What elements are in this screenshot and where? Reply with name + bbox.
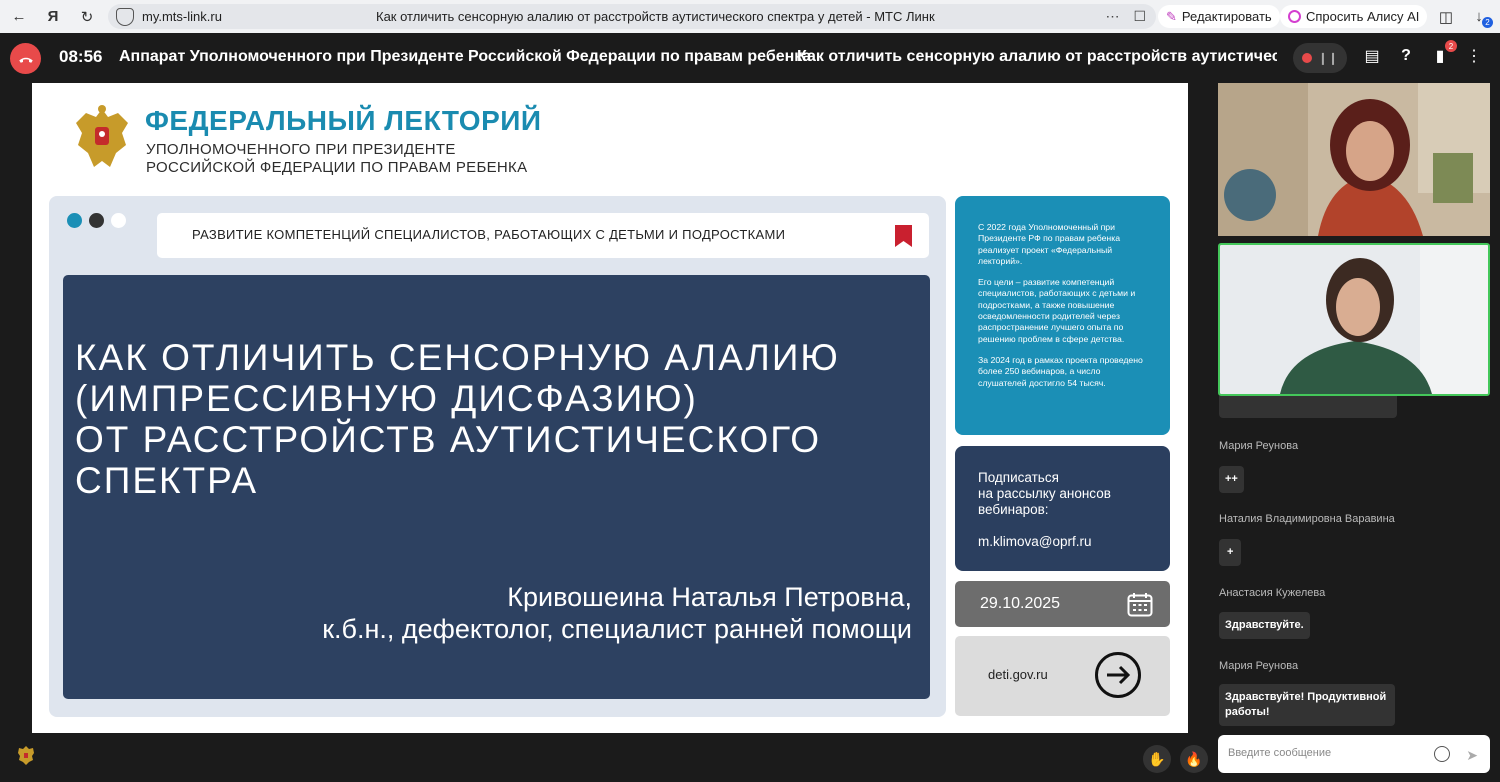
chat-bubble-4: Здравствуйте! Продуктивной работы! [1219, 684, 1395, 726]
chat-bubble-1: ++ [1219, 466, 1244, 493]
lectorium-subtitle: УПОЛНОМОЧЕННОГО ПРИ ПРЕЗИДЕНТЕ РОССИЙСКО… [146, 141, 527, 177]
lecture-date: 29.10.2025 [980, 595, 1061, 612]
lecture-title-line4: СПЕКТРА [75, 460, 259, 501]
lecture-title-line1: КАК ОТЛИЧИТЬ СЕНСОРНУЮ АЛАЛИЮ [75, 337, 840, 378]
meeting-timer: 08:56 [59, 47, 103, 66]
meeting-title: Как отличить сенсорную алалию от расстро… [797, 48, 1277, 65]
coat-of-arms-small-icon [18, 746, 34, 765]
coat-of-arms-icon [76, 105, 128, 167]
lectorium-subtitle-line1: УПОЛНОМОЧЕННОГО ПРИ ПРЕЗИДЕНТЕ [146, 141, 456, 158]
subscribe-line3: вебинаров: [978, 502, 1049, 517]
window-dots [67, 213, 126, 228]
edit-button[interactable]: ✎ Редактировать [1158, 5, 1280, 28]
url-text: my.mts-link.ru [142, 9, 222, 24]
end-call-button[interactable] [10, 43, 41, 74]
chat-bubble-3: Здравствуйте. [1219, 612, 1310, 639]
participant-video-1[interactable] [1218, 83, 1490, 236]
alice-label: Спросить Алису AI [1306, 9, 1420, 24]
hand-icon: ✋ [1148, 750, 1166, 767]
meeting-header: 08:56 Аппарат Уполномоченного при Презид… [0, 33, 1500, 81]
address-bar[interactable]: my.mts-link.ru Как отличить сенсорную ал… [108, 4, 1156, 29]
topic-text: РАЗВИТИЕ КОМПЕТЕНЦИЙ СПЕЦИАЛИСТОВ, РАБОТ… [192, 227, 786, 242]
arrow-right-icon [1095, 652, 1141, 698]
participant-2-image [1220, 245, 1488, 394]
back-arrow-icon[interactable]: ← [6, 4, 32, 30]
subscribe-line2: на рассылку анонсов [978, 486, 1111, 501]
fire-icon: 🔥 [1185, 750, 1203, 767]
chat-bubble-2: + [1219, 539, 1242, 566]
speaker-info: Кривошеина Наталья Петровна, к.б.н., деф… [322, 581, 912, 645]
info-paragraph-3: За 2024 год в рамках проекта проведено б… [978, 354, 1143, 388]
bookmark-outline-icon[interactable]: ☐ [1133, 8, 1146, 25]
emoji-icon[interactable] [1434, 746, 1450, 762]
tab-title: Как отличить сенсорную алалию от расстро… [376, 9, 935, 24]
subscribe-line1: Подписаться [978, 470, 1059, 485]
topic-bar: РАЗВИТИЕ КОМПЕТЕНЦИЙ СПЕЦИАЛИСТОВ, РАБОТ… [157, 213, 929, 258]
subscribe-card: Подписаться на рассылку анонсов вебинаро… [955, 446, 1170, 571]
chat-input[interactable]: Введите сообщение ➤ [1218, 735, 1490, 773]
website-link: deti.gov.ru [988, 667, 1048, 682]
project-info-card: С 2022 года Уполномоченный при Президент… [955, 196, 1170, 435]
waveform-icon: ❙❙ [1317, 51, 1339, 65]
downloads-badge: 2 [1482, 17, 1493, 28]
chat-icon[interactable]: ▤ [1362, 46, 1382, 66]
help-icon[interactable]: ? [1396, 46, 1416, 66]
chat-input-placeholder: Введите сообщение [1228, 747, 1332, 759]
lectorium-title: ФЕДЕРАЛЬНЫЙ ЛЕКТОРИЙ [145, 105, 542, 136]
bookmark-icon [895, 225, 912, 247]
reactions-button[interactable]: 🔥 [1180, 745, 1208, 773]
lecture-title: КАК ОТЛИЧИТЬ СЕНСОРНУЮ АЛАЛИЮ (ИМПРЕССИВ… [75, 337, 840, 501]
lectorium-subtitle-line2: РОССИЙСКОЙ ФЕДЕРАЦИИ ПО ПРАВАМ РЕБЕНКА [146, 159, 528, 176]
yandex-logo-icon[interactable]: Я [40, 4, 66, 30]
more-dots-icon[interactable]: ⋯ [1105, 8, 1119, 25]
speaker-name: Кривошеина Наталья Петровна, [507, 582, 912, 612]
notifications-badge: 2 [1445, 40, 1457, 52]
lecture-title-line2: (ИМПРЕССИВНУЮ ДИСФАЗИЮ) [75, 378, 698, 419]
presentation-slide: ФЕДЕРАЛЬНЫЙ ЛЕКТОРИЙ УПОЛНОМОЧЕННОГО ПРИ… [32, 83, 1188, 733]
info-paragraph-1: С 2022 года Уполномоченный при Президент… [978, 222, 1121, 266]
more-vertical-icon[interactable]: ⋮ [1464, 46, 1484, 66]
dot-blue-icon [67, 213, 82, 228]
info-paragraph-2: Его цели – развитие компетенций специали… [978, 277, 1136, 344]
meeting-organizer: Аппарат Уполномоченного при Президенте Р… [119, 48, 812, 65]
pencil-icon: ✎ [1166, 8, 1177, 24]
participant-1-image [1218, 83, 1490, 236]
recording-indicator[interactable]: ❙❙ [1293, 43, 1347, 73]
send-icon[interactable]: ➤ [1466, 747, 1478, 764]
dot-dark-icon [89, 213, 104, 228]
reload-icon[interactable]: ↻ [74, 4, 100, 30]
record-dot-icon [1301, 53, 1312, 63]
speaker-role: к.б.н., дефектолог, специалист ранней по… [322, 614, 912, 644]
chat-message-partial [1219, 396, 1397, 418]
dot-white-icon [111, 213, 126, 228]
slide-main-panel: РАЗВИТИЕ КОМПЕТЕНЦИЙ СПЕЦИАЛИСТОВ, РАБОТ… [49, 196, 946, 717]
chat-author-4: Мария Реунова [1219, 660, 1299, 672]
extensions-icon[interactable]: ◫ [1433, 4, 1459, 30]
alice-button[interactable]: Спросить Алису AI [1280, 5, 1428, 28]
shield-icon [116, 7, 134, 26]
chat-author-1: Мария Реунова [1219, 440, 1299, 452]
chat-author-2: Наталия Владимировна Варавина [1219, 513, 1395, 525]
browser-toolbar: ← Я ↻ my.mts-link.ru Как отличить сенсор… [0, 0, 1500, 33]
website-card: deti.gov.ru [955, 636, 1170, 716]
date-card: 29.10.2025 [955, 581, 1170, 627]
chat-author-3: Анастасия Кужелева [1219, 587, 1326, 599]
calendar-icon [1127, 593, 1153, 617]
raise-hand-button[interactable]: ✋ [1143, 745, 1171, 773]
participant-video-2-speaking[interactable] [1218, 243, 1490, 396]
alice-icon [1288, 10, 1301, 23]
title-card: КАК ОТЛИЧИТЬ СЕНСОРНУЮ АЛАЛИЮ (ИМПРЕССИВ… [63, 275, 930, 699]
edit-label: Редактировать [1181, 9, 1272, 24]
subscribe-email: m.klimova@oprf.ru [978, 534, 1092, 549]
lecture-title-line3: ОТ РАССТРОЙСТВ АУТИСТИЧЕСКОГО [75, 419, 821, 460]
phone-hangup-icon [18, 57, 33, 63]
